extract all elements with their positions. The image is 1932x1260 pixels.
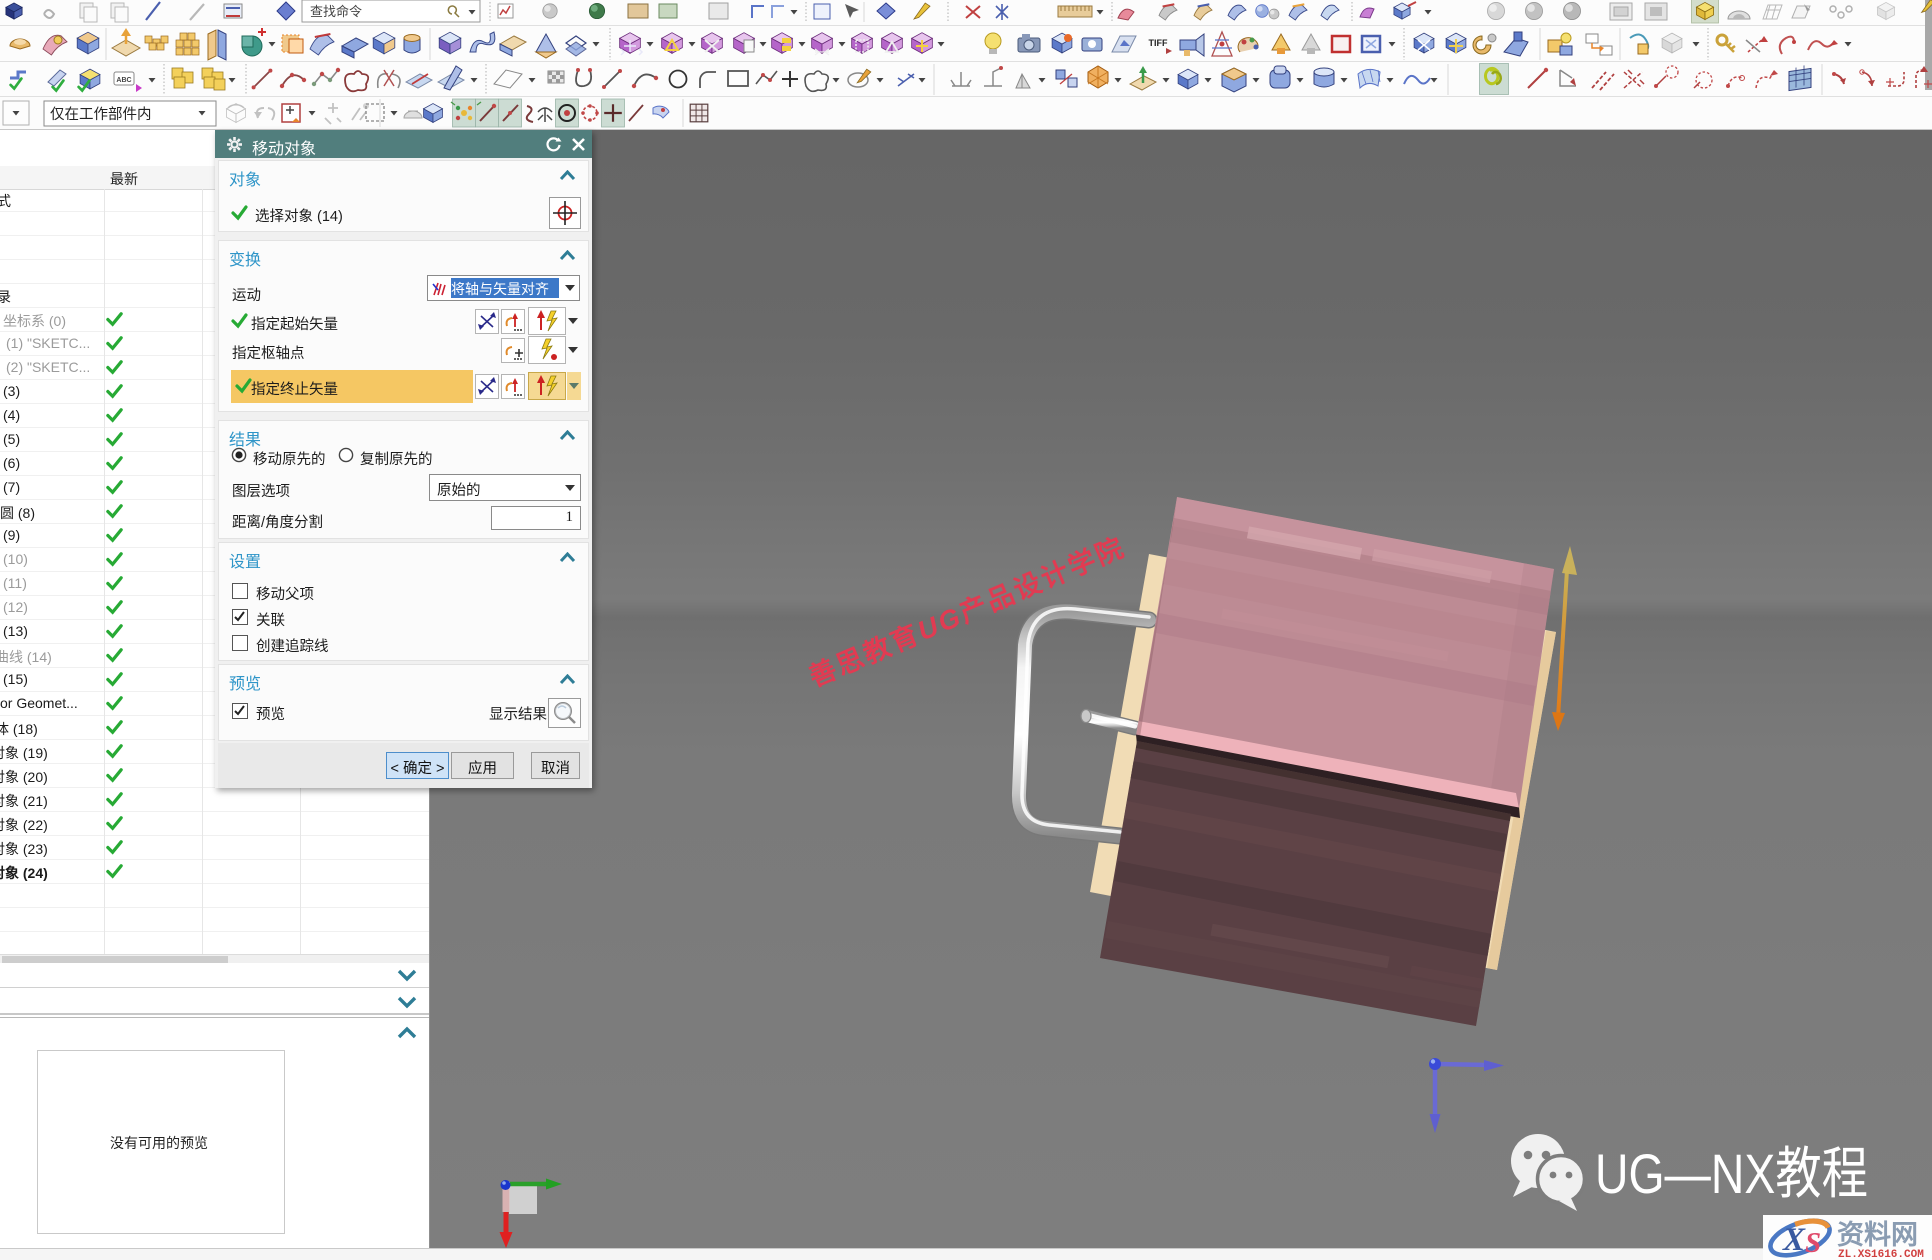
svg-text:ABC: ABC (116, 77, 131, 84)
svg-text:UG—NX教程: UG—NX教程 (1595, 1142, 1868, 1205)
svg-text:ZL.XS1616.COM: ZL.XS1616.COM (1838, 1249, 1924, 1260)
svg-text:S: S (1805, 1227, 1821, 1259)
svg-text:资料网: 资料网 (1837, 1220, 1918, 1250)
svg-text:TIFF: TIFF (1149, 38, 1168, 48)
svg-text:仅在工作部件内: 仅在工作部件内 (50, 106, 152, 123)
svg-text:X: X (1782, 1222, 1806, 1258)
svg-text:查找命令: 查找命令 (310, 4, 362, 19)
